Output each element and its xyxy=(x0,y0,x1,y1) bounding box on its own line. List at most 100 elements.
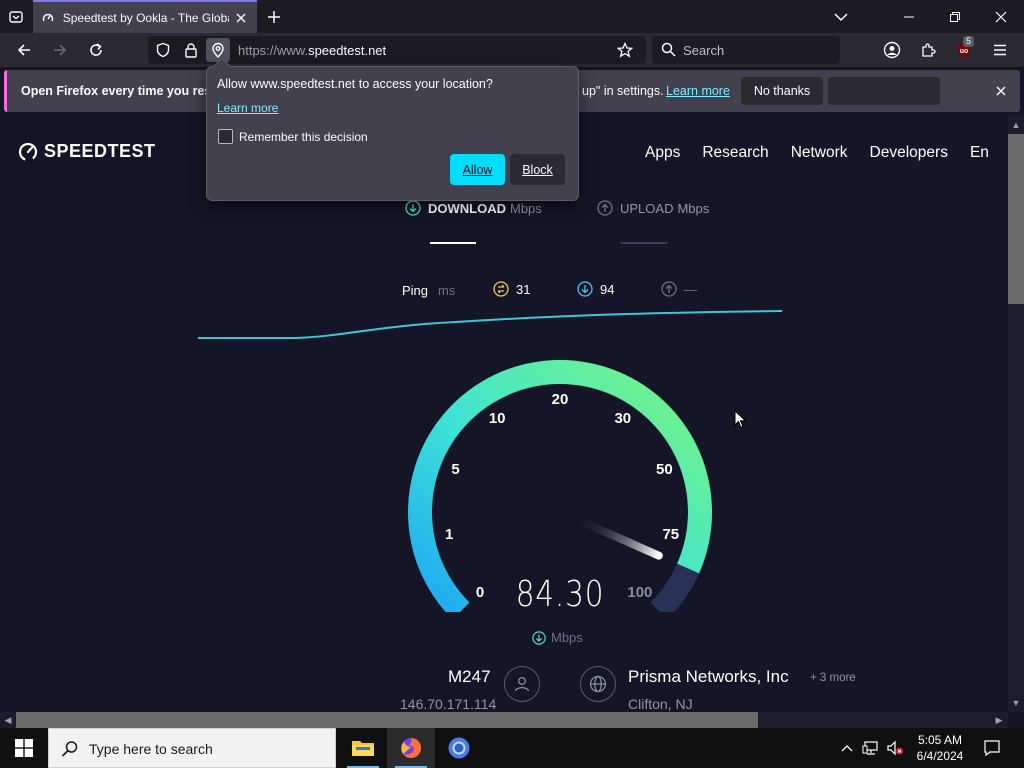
notification-center-icon[interactable] xyxy=(978,728,1006,768)
browser-titlebar: Speedtest by Ookla - The Global xyxy=(0,0,1024,33)
ping-download: 94 xyxy=(577,281,614,297)
gauge-tick-label: 20 xyxy=(552,391,569,408)
account-button[interactable] xyxy=(880,38,904,62)
gauge-tick-label: 75 xyxy=(662,526,679,543)
search-bar[interactable]: Search xyxy=(652,36,840,64)
taskbar-search-placeholder: Type here to search xyxy=(89,741,213,757)
scroll-left-arrow-icon[interactable]: ◀ xyxy=(1,713,15,727)
notification-secondary-button[interactable] xyxy=(828,77,940,105)
list-all-tabs-button[interactable] xyxy=(818,0,864,33)
gauge-tick-label: 10 xyxy=(489,410,506,427)
arrow-left-icon xyxy=(17,44,30,56)
close-window-button[interactable] xyxy=(978,0,1024,33)
notification-text: Open Firefox every time you rest xyxy=(21,84,216,98)
restore-button[interactable] xyxy=(932,0,978,33)
server-name[interactable]: Prisma Networks, Inc xyxy=(628,667,789,687)
horizontal-scroll-thumb[interactable] xyxy=(16,712,758,728)
search-placeholder: Search xyxy=(683,43,725,58)
nav-enterprise[interactable]: En xyxy=(970,144,989,162)
person-icon xyxy=(504,666,540,702)
location-permission-popup: Allow www.speedtest.net to access your l… xyxy=(206,57,579,201)
popup-learn-more-link[interactable]: Learn more xyxy=(217,101,278,115)
taskbar-clock[interactable]: 5:05 AM 6/4/2024 xyxy=(900,732,980,764)
nav-developers[interactable]: Developers xyxy=(870,144,948,162)
site-nav: Apps Research Network Developers En xyxy=(645,144,1008,162)
server-more-link[interactable]: + 3 more xyxy=(810,672,856,684)
scroll-down-arrow-icon[interactable]: ▼ xyxy=(1009,696,1023,710)
start-button[interactable] xyxy=(0,728,48,768)
hamburger-menu-icon xyxy=(994,44,1006,56)
network-icon[interactable] xyxy=(860,728,882,768)
block-button[interactable]: Block xyxy=(510,154,565,185)
back-button[interactable] xyxy=(12,38,36,62)
tab-speedtest[interactable]: Speedtest by Ookla - The Global xyxy=(33,0,257,33)
taskbar-search[interactable]: Type here to search xyxy=(48,728,336,768)
nav-research[interactable]: Research xyxy=(702,144,768,162)
taskbar-chrome-app[interactable] xyxy=(435,728,483,768)
allow-button[interactable]: Allow xyxy=(450,154,505,185)
ping-label: Ping xyxy=(402,283,429,298)
taskbar-file-explorer[interactable] xyxy=(339,728,387,768)
ping-row: Ping ms 31 94 — xyxy=(0,281,1008,301)
speedtest-logo[interactable]: SPEEDTEST xyxy=(18,141,156,162)
windows-logo-icon xyxy=(15,739,33,757)
tab-list-button[interactable] xyxy=(4,5,28,29)
clock-time: 5:05 AM xyxy=(917,733,963,747)
lock-icon[interactable] xyxy=(182,41,200,59)
url-text: https://www.speedtest.net xyxy=(238,43,387,58)
speed-unit: Mbps xyxy=(532,630,583,645)
nav-network[interactable]: Network xyxy=(791,144,848,162)
minimize-icon xyxy=(904,16,914,17)
tray-overflow-chevron-icon[interactable] xyxy=(838,728,856,768)
forward-button[interactable] xyxy=(48,38,72,62)
new-tab-button[interactable] xyxy=(262,5,286,29)
minimize-button[interactable] xyxy=(886,0,932,33)
ping-idle-icon xyxy=(493,281,509,297)
extension-badge: 5 xyxy=(963,36,975,47)
account-icon xyxy=(883,41,901,59)
vertical-scrollbar[interactable]: ▲ ▼ xyxy=(1008,116,1024,712)
notification-learn-more-link[interactable]: Learn more xyxy=(666,84,730,98)
upload-tab-indicator xyxy=(621,242,667,244)
reload-button[interactable] xyxy=(84,38,108,62)
gauge-needle xyxy=(572,515,663,560)
ping-upload-icon xyxy=(661,281,677,297)
ping-upload: — xyxy=(661,281,697,297)
app-menu-button[interactable] xyxy=(988,38,1012,62)
browser-navbar: https://www.speedtest.net Search uo xyxy=(0,33,1024,67)
svg-text:uo: uo xyxy=(960,48,969,55)
firefox-icon xyxy=(401,738,421,758)
tab-close-icon[interactable] xyxy=(233,10,249,26)
arrow-right-icon xyxy=(54,44,67,56)
result-tabs: DOWNLOAD Mbps UPLOAD Mbps xyxy=(0,200,1008,220)
remember-decision-checkbox[interactable] xyxy=(218,129,233,144)
tracking-protection-shield-icon[interactable] xyxy=(154,41,172,59)
folder-icon xyxy=(352,741,374,756)
extensions-button[interactable] xyxy=(916,38,940,62)
no-thanks-button[interactable]: No thanks xyxy=(741,77,823,105)
vertical-scroll-thumb[interactable] xyxy=(1008,134,1024,304)
speedtest-favicon-icon xyxy=(41,11,55,25)
gauge-tick-label: 50 xyxy=(656,461,673,478)
isp-ip: 146.70.171.114 xyxy=(400,696,497,712)
horizontal-scrollbar[interactable]: ◀ ▶ xyxy=(0,712,1008,728)
speedtest-logo-icon xyxy=(18,142,38,161)
remember-decision-label[interactable]: Remember this decision xyxy=(239,130,368,144)
download-tab-indicator xyxy=(430,242,476,244)
bookmark-star-icon[interactable] xyxy=(616,41,634,59)
taskbar-firefox[interactable] xyxy=(387,728,435,768)
gauge-tick-label: 1 xyxy=(445,526,453,543)
browser-app-icon xyxy=(448,737,470,759)
location-pin-icon[interactable] xyxy=(206,38,230,62)
scroll-right-arrow-icon[interactable]: ▶ xyxy=(992,713,1006,727)
upload-arrow-icon xyxy=(597,200,613,216)
ping-idle: 31 xyxy=(493,281,530,297)
scroll-up-arrow-icon[interactable]: ▲ xyxy=(1009,118,1023,132)
speed-graph-line xyxy=(198,310,783,339)
plus-icon xyxy=(268,11,280,23)
notification-close-icon[interactable] xyxy=(991,81,1011,101)
nav-apps[interactable]: Apps xyxy=(645,144,680,162)
upload-tab[interactable]: UPLOAD Mbps xyxy=(597,200,709,216)
download-tab[interactable]: DOWNLOAD Mbps xyxy=(405,200,542,216)
ping-unit: ms xyxy=(438,283,456,298)
